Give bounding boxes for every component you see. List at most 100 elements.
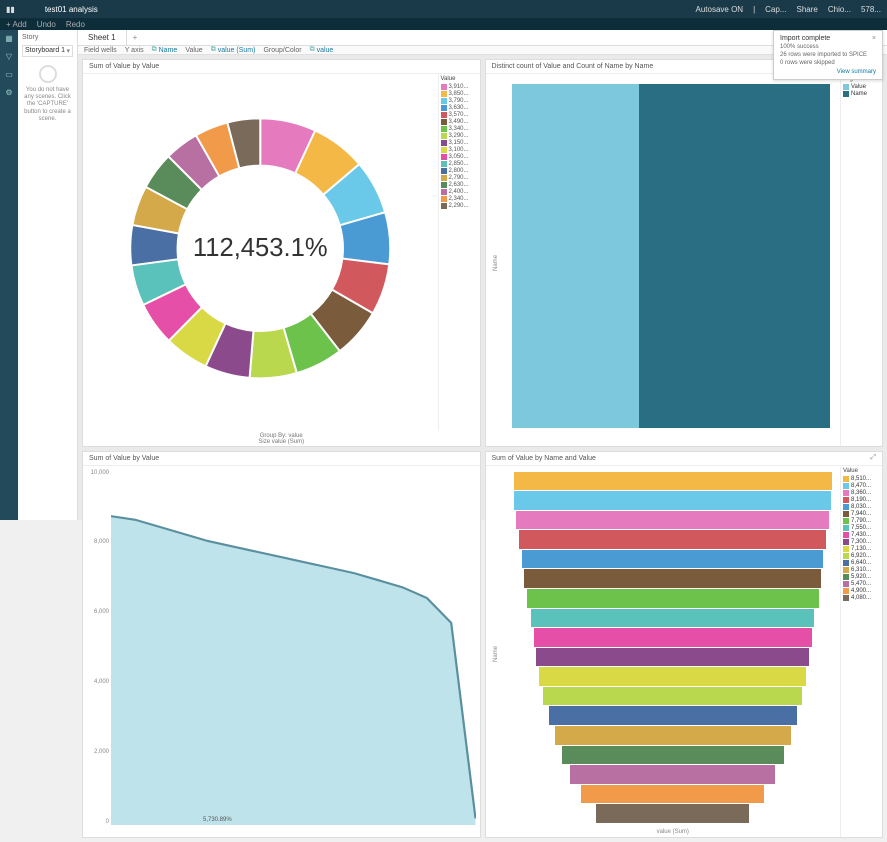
legend-item[interactable]: 3,340... [441, 126, 478, 132]
view-summary-link[interactable]: View summary [780, 69, 876, 75]
legend-item[interactable]: 3,850... [441, 91, 478, 97]
tick: 6,000 [87, 609, 109, 615]
funnel-row[interactable] [514, 667, 833, 686]
donut-chart[interactable]: 112,453.1% [83, 74, 438, 431]
capture-message: You do not have any scenes. Click the 'C… [22, 87, 73, 123]
legend-item[interactable]: 6,920... [843, 553, 880, 559]
storyboard-select[interactable]: Storyboard 1 [22, 45, 73, 57]
legend-item[interactable]: 8,190... [843, 497, 880, 503]
legend-item[interactable]: 7,300... [843, 539, 880, 545]
funnel-panel[interactable]: Sum of Value by Name and Value ⤢ Name va… [485, 451, 884, 839]
funnel-row[interactable] [514, 628, 833, 647]
stacked-bar-chart[interactable]: Name [486, 74, 841, 446]
legend-item[interactable]: 8,510... [843, 476, 880, 482]
field-wells-bar[interactable]: Field wells Y axis ⧉Name Value ⧉value (S… [78, 46, 887, 55]
legend-item[interactable]: 7,550... [843, 525, 880, 531]
legend-item[interactable]: 2,400... [441, 189, 478, 195]
top-bar: ▮▮ test01 analysis Autosave ON | Cap... … [0, 0, 887, 18]
funnel-row[interactable] [514, 765, 833, 784]
legend-item[interactable]: 8,360... [843, 490, 880, 496]
bar-segment[interactable] [512, 84, 639, 428]
close-icon[interactable]: × [872, 35, 876, 42]
tab-sheet-1[interactable]: Sheet 1 [78, 30, 127, 45]
group-pill[interactable]: ⧉value [310, 46, 334, 54]
undo-button[interactable]: Undo [37, 20, 56, 29]
legend-item[interactable]: 4,080... [843, 595, 880, 601]
y-axis-pill[interactable]: ⧉Name [152, 46, 178, 54]
funnel-row[interactable] [514, 785, 833, 804]
funnel-row[interactable] [514, 550, 833, 569]
legend-item[interactable]: 3,290... [441, 133, 478, 139]
funnel-row[interactable] [514, 530, 833, 549]
filter-icon[interactable]: ▽ [3, 52, 15, 64]
add-sheet-button[interactable]: + [127, 30, 144, 45]
field-icon: ⧉ [211, 46, 216, 54]
funnel-row[interactable] [514, 609, 833, 628]
legend-item[interactable]: 8,030... [843, 504, 880, 510]
legend-item[interactable]: Value [843, 84, 880, 90]
funnel-row[interactable] [514, 746, 833, 765]
pill-text: value [317, 47, 334, 54]
legend-item[interactable]: 3,490... [441, 119, 478, 125]
more-button[interactable]: Chio... [828, 5, 851, 14]
parameters-icon[interactable]: ⚙ [3, 88, 15, 100]
funnel-row[interactable] [514, 687, 833, 706]
area-chart[interactable]: 10,000 8,000 6,000 4,000 2,000 0 5,730.8… [83, 466, 480, 838]
add-menu[interactable]: + Add [6, 20, 27, 29]
legend-item[interactable]: 3,100... [441, 147, 478, 153]
funnel-row[interactable] [514, 648, 833, 667]
legend-item[interactable]: 2,790... [441, 175, 478, 181]
funnel-row[interactable] [514, 569, 833, 588]
share-button[interactable]: Share [797, 5, 818, 14]
legend-item[interactable]: 3,790... [441, 98, 478, 104]
legend-item[interactable]: 7,940... [843, 511, 880, 517]
legend-item[interactable]: 2,340... [441, 196, 478, 202]
legend-item[interactable]: 8,470... [843, 483, 880, 489]
legend-item[interactable]: 6,640... [843, 560, 880, 566]
funnel-row[interactable] [514, 706, 833, 725]
legend-item[interactable]: 2,630... [441, 182, 478, 188]
autosave-toggle[interactable]: Autosave ON [696, 5, 744, 14]
funnel-chart[interactable]: Name value (Sum) [486, 466, 841, 838]
value-pill[interactable]: ⧉value (Sum) [211, 46, 256, 54]
legend-item[interactable]: 3,570... [441, 112, 478, 118]
legend-title: Value [843, 468, 880, 474]
notif-title: Import complete [780, 35, 830, 42]
capture-button[interactable]: Cap... [765, 5, 786, 14]
legend-item[interactable]: 2,800... [441, 168, 478, 174]
donut-panel[interactable]: Sum of Value by Value 112,453.1% Value 3… [82, 59, 481, 447]
legend-item[interactable]: 7,790... [843, 518, 880, 524]
legend-item[interactable]: 7,130... [843, 546, 880, 552]
legend-item[interactable]: 6,310... [843, 567, 880, 573]
footer-line: Size value (Sum) [83, 439, 480, 445]
redo-button[interactable]: Redo [66, 20, 85, 29]
app-logo-icon[interactable]: ▮▮ [6, 5, 15, 14]
funnel-row[interactable] [514, 491, 833, 510]
legend-item[interactable]: 3,630... [441, 105, 478, 111]
legend-item[interactable]: 7,430... [843, 532, 880, 538]
funnel-row[interactable] [514, 589, 833, 608]
legend-item[interactable]: 3,910... [441, 84, 478, 90]
funnel-row[interactable] [514, 472, 833, 491]
panel-title: Distinct count of Value and Count of Nam… [492, 63, 654, 70]
legend-item[interactable]: Name [843, 91, 880, 97]
stacked-bar-panel[interactable]: Distinct count of Value and Count of Nam… [485, 59, 884, 447]
legend-item[interactable]: 3,050... [441, 154, 478, 160]
area-panel[interactable]: Sum of Value by Value 10,000 8,000 6,000… [82, 451, 481, 839]
legend-item[interactable]: 5,920... [843, 574, 880, 580]
user-button[interactable]: 578... [861, 5, 881, 14]
y-axis-label: Name [493, 255, 499, 271]
legend-item[interactable]: 2,290... [441, 203, 478, 209]
expand-icon[interactable]: ⤢ [870, 454, 876, 462]
legend-item[interactable]: 2,850... [441, 161, 478, 167]
visualize-icon[interactable]: ▦ [3, 34, 15, 46]
legend-item[interactable]: 3,150... [441, 140, 478, 146]
legend-item[interactable]: 5,470... [843, 581, 880, 587]
bar-segment[interactable] [639, 84, 830, 428]
capture-icon[interactable] [39, 65, 57, 83]
funnel-row[interactable] [514, 726, 833, 745]
pill-text: Name [159, 47, 178, 54]
funnel-row[interactable] [514, 804, 833, 823]
story-icon[interactable]: ▭ [3, 70, 15, 82]
legend-item[interactable]: 4,900... [843, 588, 880, 594]
